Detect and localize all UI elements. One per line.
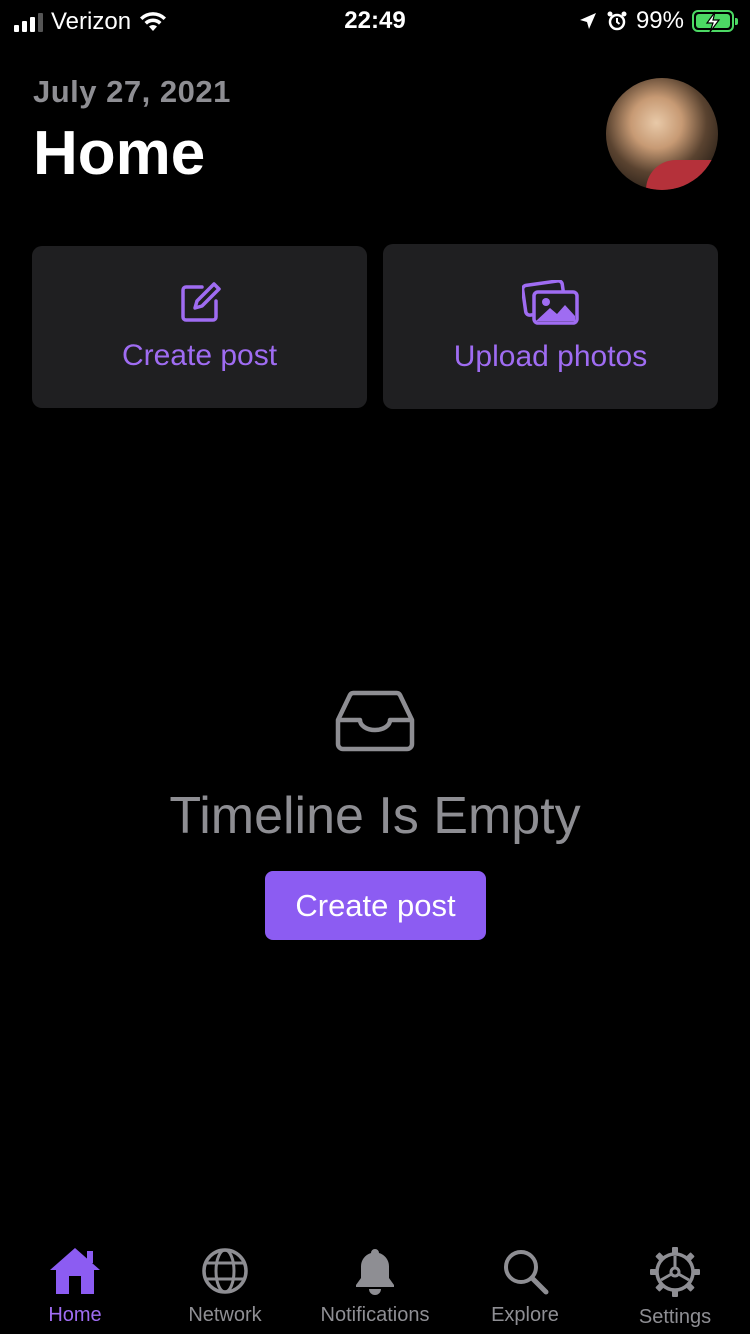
status-bar: Verizon 22:49 99% xyxy=(0,0,750,40)
tab-explore[interactable]: Explore xyxy=(450,1230,600,1334)
tab-network[interactable]: Network xyxy=(150,1230,300,1334)
globe-icon xyxy=(202,1248,248,1294)
location-arrow-icon xyxy=(579,13,596,29)
magnifier-icon xyxy=(504,1250,549,1295)
alarm-icon xyxy=(607,11,627,31)
gear-icon xyxy=(650,1247,700,1297)
bell-icon xyxy=(356,1249,394,1295)
screen: Verizon 22:49 99% July 27, 2021 Home Cre… xyxy=(0,0,750,1334)
create-post-card[interactable]: Create post xyxy=(32,246,367,408)
tab-home[interactable]: Home xyxy=(0,1230,150,1334)
create-post-button[interactable]: Create post xyxy=(265,871,486,940)
battery-percentage: 99% xyxy=(635,7,684,34)
compose-icon xyxy=(180,282,221,322)
tab-settings[interactable]: Settings xyxy=(600,1230,750,1334)
header-date: July 27, 2021 xyxy=(33,74,231,109)
tab-label: Explore xyxy=(491,1304,559,1326)
tab-label: Notifications xyxy=(320,1304,430,1326)
tab-label: Settings xyxy=(638,1306,712,1328)
empty-state-title: Timeline Is Empty xyxy=(169,787,581,845)
tab-bar: Home Network Notifications Explore Setti… xyxy=(0,1230,750,1334)
upload-photos-card[interactable]: Upload photos xyxy=(383,244,718,409)
battery-icon xyxy=(692,10,738,33)
tab-label: Home xyxy=(48,1304,102,1326)
house-icon xyxy=(50,1248,100,1294)
profile-avatar[interactable] xyxy=(606,78,718,190)
tab-notifications[interactable]: Notifications xyxy=(300,1230,450,1334)
create-post-label: Create post xyxy=(121,339,278,372)
upload-photos-label: Upload photos xyxy=(453,339,648,373)
page-title: Home xyxy=(33,119,206,188)
status-right: 99% xyxy=(578,7,738,35)
tab-label: Network xyxy=(188,1304,262,1326)
inbox-icon xyxy=(335,690,415,752)
photos-icon xyxy=(521,279,579,325)
